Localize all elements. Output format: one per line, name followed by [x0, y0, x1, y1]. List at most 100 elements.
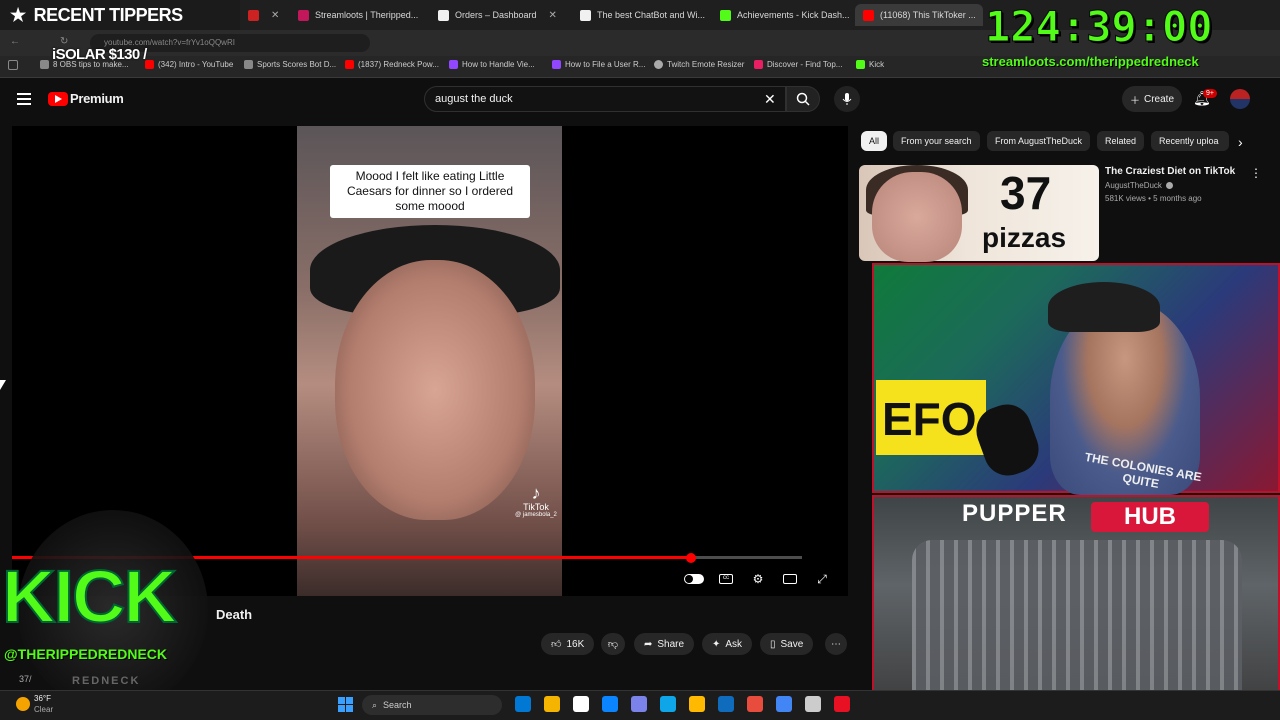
bookmark-label: Sports Scores Bot D... [257, 60, 337, 69]
taskbar-app-icon[interactable] [805, 696, 821, 712]
thumbs-down-icon: 👎︎ [607, 639, 619, 650]
browser-tab-active[interactable]: (11068) This TikToker ... [855, 4, 983, 26]
recommendation-channel[interactable]: AugustTheDuck [1105, 181, 1162, 190]
recent-tippers-label: RECENT TIPPERS [33, 4, 184, 25]
chip-from-your-search[interactable]: From your search [893, 131, 980, 151]
like-button[interactable]: 👍︎ 16K [541, 633, 595, 655]
taskbar-app-icon[interactable] [776, 696, 792, 712]
tab-label: Orders – Dashboard [455, 10, 537, 20]
bookmark[interactable]: Kick [856, 60, 884, 69]
mouse-cursor [0, 380, 6, 390]
chevron-right-icon[interactable]: › [1238, 134, 1243, 150]
menu-icon[interactable] [17, 93, 31, 105]
taskbar-app-icon[interactable] [515, 696, 531, 712]
dislike-button[interactable]: 👎︎ [601, 633, 625, 655]
back-icon[interactable]: ← [10, 36, 20, 47]
share-icon: ➦ [644, 638, 653, 650]
chip-all[interactable]: All [861, 131, 888, 151]
taskbar-app-icon[interactable] [544, 696, 560, 712]
pupper-label: PUPPER [962, 500, 1067, 527]
tab-label: The best ChatBot and Wi... [597, 10, 706, 20]
bookmark[interactable]: (1837) Redneck Pow... [345, 60, 439, 69]
star-icon: ★ [10, 4, 26, 25]
ask-label: Ask [725, 638, 743, 650]
voice-search-button[interactable] [834, 86, 860, 112]
bookmark-icon: ▯ [770, 638, 776, 650]
chip-from-channel[interactable]: From AugustTheDuck [987, 131, 1091, 151]
more-vert-icon[interactable]: ⋮ [1250, 166, 1262, 180]
more-actions-button[interactable]: ⋯ [825, 633, 847, 655]
bookmark[interactable]: How to Handle Vie... [449, 60, 535, 69]
bookmark-label: (342) Intro - YouTube [158, 60, 234, 69]
close-icon[interactable]: ✕ [549, 10, 557, 21]
recommendation-title[interactable]: The Craziest Diet on TikTok [1105, 166, 1245, 177]
tab-favicon [863, 9, 874, 21]
bookmark[interactable]: How to File a User R... [552, 60, 645, 69]
taskbar-app-icon[interactable] [660, 696, 676, 712]
taskbar-app-icon[interactable] [718, 696, 734, 712]
chip-related[interactable]: Related [1097, 131, 1145, 151]
taskbar-app-icon[interactable] [602, 696, 618, 712]
browser-tab[interactable]: Streamloots | Theripped...✕ [290, 4, 430, 26]
weather-description: Clear [34, 705, 54, 714]
progress-scrubber[interactable] [686, 553, 696, 563]
kick-handle: @THERIPPEDREDNECK [4, 646, 168, 662]
apps-icon[interactable] [8, 60, 18, 70]
bookmark[interactable]: Twitch Emote Resizer [654, 60, 744, 69]
taskbar-app-icon[interactable] [834, 696, 850, 712]
fullscreen-icon[interactable]: ⤢ [813, 571, 831, 587]
thumbnail-person-face [872, 172, 962, 262]
tipper-name: iSOLAR $130 / [52, 46, 147, 63]
bookmark-favicon [754, 60, 763, 69]
ask-button[interactable]: ✦ Ask [702, 633, 753, 655]
bookmark[interactable]: Discover - Find Top... [754, 60, 842, 69]
browser-tab[interactable]: The best ChatBot and Wi...✕ [572, 4, 712, 26]
weather-icon[interactable] [16, 697, 30, 711]
search-input[interactable]: august the duck [424, 86, 786, 112]
save-button[interactable]: ▯ Save [760, 633, 814, 655]
create-button[interactable]: ＋ Create [1122, 86, 1182, 112]
taskbar-search[interactable]: ⌕ Search [362, 695, 502, 715]
bookmark[interactable]: Sports Scores Bot D... [244, 60, 336, 69]
verified-icon [1166, 182, 1173, 189]
avatar[interactable] [1230, 89, 1250, 109]
search-button[interactable] [786, 86, 820, 112]
video-caption: Moood I felt like eating Little Caesars … [330, 165, 530, 218]
bookmark-favicon [40, 60, 49, 69]
browser-tab[interactable]: Orders – Dashboard ✕ [430, 4, 570, 26]
taskbar-app-icon[interactable] [689, 696, 705, 712]
kick-badge-subtext: REDNECK [72, 675, 141, 687]
weather-temperature: 36°F [34, 694, 51, 703]
taskbar-app-icon[interactable] [631, 696, 647, 712]
browser-tab[interactable]: ✕ [240, 4, 288, 26]
bookmark-favicon [654, 60, 663, 69]
taskbar-app-icon[interactable] [573, 696, 589, 712]
youtube-logo-icon[interactable] [48, 92, 68, 106]
bookmark-favicon [856, 60, 865, 69]
browser-tab[interactable]: Achievements - Kick Dash...✕ [712, 4, 854, 26]
bookmark[interactable]: (342) Intro - YouTube [145, 60, 233, 69]
sparkle-icon: ✦ [712, 638, 721, 650]
recent-tippers-banner: ★ RECENT TIPPERS [0, 0, 240, 30]
bookmark-favicon [244, 60, 253, 69]
settings-gear-icon[interactable]: ⚙ [749, 571, 767, 587]
video-title: Death [216, 607, 253, 622]
chip-recently-uploaded[interactable]: Recently uploa [1151, 131, 1229, 151]
youtube-logo-text[interactable]: Premium [70, 91, 124, 106]
captions-icon[interactable]: cc [717, 571, 735, 587]
thumbs-up-icon: 👍︎ [551, 639, 562, 650]
bookmark-label: Twitch Emote Resizer [667, 60, 745, 69]
start-windows-icon[interactable] [338, 697, 353, 712]
share-button[interactable]: ➦ Share [634, 633, 695, 655]
clear-search-icon[interactable]: ✕ [764, 91, 776, 108]
taskbar-app-icon[interactable] [747, 696, 763, 712]
close-icon[interactable]: ✕ [271, 10, 279, 21]
autoplay-toggle[interactable] [683, 571, 705, 587]
theater-mode-icon[interactable] [781, 571, 799, 587]
bookmark-label: Discover - Find Top... [767, 60, 843, 69]
subathon-timer: 124:39:00 [985, 2, 1214, 51]
bookmark-label: How to Handle Vie... [462, 60, 535, 69]
plus-icon: ＋ [1129, 95, 1140, 107]
tab-favicon [248, 9, 259, 21]
tab-favicon [720, 9, 731, 21]
